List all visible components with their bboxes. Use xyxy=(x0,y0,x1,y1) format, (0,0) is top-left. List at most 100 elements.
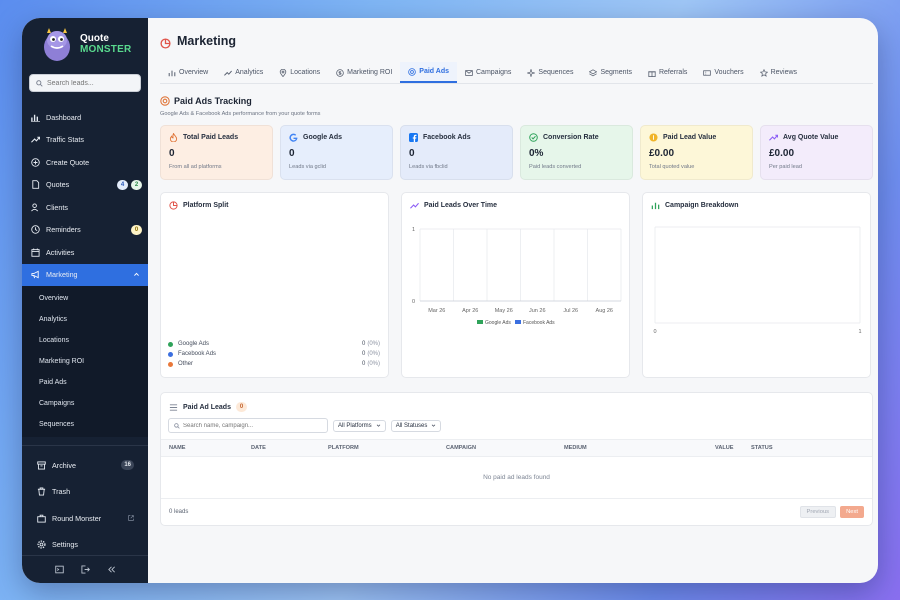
legend-value: 0 xyxy=(361,361,366,367)
target-icon xyxy=(160,96,170,106)
sidebar-item-activities[interactable]: Activities xyxy=(22,241,148,264)
sidebar-item-label: Marketing xyxy=(46,270,78,280)
stat-card-avg-quote-value: Avg Quote Value £0.00 Per paid lead xyxy=(760,125,873,180)
sidebar-item-label: Traffic Stats xyxy=(46,135,84,145)
panel-title: Paid Leads Over Time xyxy=(424,201,498,209)
monster-logo-icon xyxy=(40,25,74,63)
tab-analytics[interactable]: Analytics xyxy=(216,62,271,83)
submenu-item-overview[interactable]: Overview xyxy=(22,288,148,309)
sidebar-item-label: Reminders xyxy=(46,225,81,235)
panel-title: Campaign Breakdown xyxy=(665,201,739,209)
y-tick-label: 1 xyxy=(412,227,415,233)
page-title: Marketing xyxy=(177,34,237,48)
terminal-icon[interactable] xyxy=(54,565,64,575)
sidebar-item-traffic-stats[interactable]: Traffic Stats xyxy=(22,129,148,152)
section-title: Paid Ads Tracking xyxy=(174,96,252,106)
brand-line-1: Quote xyxy=(80,33,109,44)
legend-percent: (0%) xyxy=(367,361,380,367)
sidebar-item-archive[interactable]: Archive 16 xyxy=(22,452,148,479)
sidebar-item-trash[interactable]: Trash xyxy=(22,479,148,506)
sidebar-search[interactable] xyxy=(29,74,141,92)
column-header-date[interactable]: DATE xyxy=(251,445,266,451)
sidebar-item-label: Archive xyxy=(52,460,76,470)
column-header-value[interactable]: VALUE xyxy=(715,445,734,451)
column-header-platform[interactable]: PLATFORM xyxy=(328,445,359,451)
sidebar-item-reminders[interactable]: Reminders 0 xyxy=(22,219,148,242)
sidebar-item-marketing[interactable]: Marketing xyxy=(22,263,148,286)
previous-page-button[interactable]: Previous xyxy=(799,506,837,518)
tab-segments[interactable]: Segments xyxy=(581,62,640,83)
stat-card-google-ads: Google Ads 0 Leads via gclid xyxy=(280,125,393,180)
leads-over-time-chart: 0 1 Mar 26 Apr 26 May 26 Jun 26 Jul 26 Aug 26 Go… xyxy=(412,227,622,326)
card-value: 0 xyxy=(409,148,415,159)
tab-locations[interactable]: Locations xyxy=(271,62,328,83)
platform-filter-select[interactable]: All Platforms xyxy=(333,419,386,432)
submenu-item-campaigns[interactable]: Campaigns xyxy=(22,393,148,414)
plus-circle-icon xyxy=(30,157,40,167)
card-subtitle: Per paid lead xyxy=(769,164,802,170)
column-header-campaign[interactable]: CAMPAIGN xyxy=(446,445,476,451)
tab-overview[interactable]: Overview xyxy=(160,62,216,83)
column-header-medium[interactable]: MEDIUM xyxy=(564,445,587,451)
stat-cards: Total Paid Leads 0 From all ad platforms… xyxy=(160,125,873,180)
legend-row-other: Other 0 (0%) xyxy=(168,359,380,369)
tab-marketing-roi[interactable]: Marketing ROI xyxy=(328,62,400,83)
status-filter-select[interactable]: All Statuses xyxy=(390,419,442,432)
tab-sequences[interactable]: Sequences xyxy=(519,62,581,83)
tab-label: Sequences xyxy=(538,69,574,76)
collapse-sidebar-icon[interactable] xyxy=(106,565,116,575)
submenu-item-analytics[interactable]: Analytics xyxy=(22,309,148,330)
legend-value: 0 xyxy=(361,351,366,357)
stat-card-facebook-ads: Facebook Ads 0 Leads via fbclid xyxy=(400,125,513,180)
tab-campaigns[interactable]: Campaigns xyxy=(457,62,519,83)
quotes-new-badge: 2 xyxy=(131,179,142,190)
gift-icon xyxy=(648,69,656,77)
external-link-icon xyxy=(128,515,134,522)
sidebar-item-dashboard[interactable]: Dashboard xyxy=(22,106,148,129)
card-value: 0% xyxy=(529,148,544,159)
clock-icon xyxy=(30,225,40,235)
leads-total-count: 0 leads xyxy=(169,509,189,515)
tab-label: Campaigns xyxy=(476,69,512,76)
sidebar-item-create-quote[interactable]: Create Quote xyxy=(22,151,148,174)
submenu-item-sequences[interactable]: Sequences xyxy=(22,414,148,435)
leads-search-input[interactable] xyxy=(183,422,323,429)
tab-paid-ads[interactable]: Paid Ads xyxy=(400,62,457,83)
card-subtitle: From all ad platforms xyxy=(169,164,222,170)
next-page-button[interactable]: Next xyxy=(840,506,864,518)
pie-chart-icon xyxy=(160,36,171,49)
card-title: Google Ads xyxy=(303,134,343,141)
campaign-breakdown-panel: Campaign Breakdown 01 xyxy=(642,192,871,378)
submenu-item-paid-ads[interactable]: Paid Ads xyxy=(22,372,148,393)
tab-vouchers[interactable]: Vouchers xyxy=(695,62,751,83)
gear-icon xyxy=(36,540,46,550)
sidebar-item-clients[interactable]: Clients xyxy=(22,196,148,219)
document-icon xyxy=(30,180,40,190)
sidebar-item-label: Activities xyxy=(46,247,75,257)
tab-label: Segments xyxy=(600,69,632,76)
stat-card-paid-lead-value: Paid Lead Value £0.00 Total quoted value xyxy=(640,125,753,180)
tab-referrals[interactable]: Referrals xyxy=(640,62,695,83)
search-input[interactable] xyxy=(47,79,135,87)
legend-row-google-ads: Google Ads 0 (0%) xyxy=(168,339,380,349)
sidebar: Quote MONSTER Dashboard Traffic Stats Cr… xyxy=(22,18,148,583)
submenu-item-locations[interactable]: Locations xyxy=(22,330,148,351)
brand-logo[interactable]: Quote MONSTER xyxy=(22,20,148,68)
sidebar-item-label: Settings xyxy=(52,540,78,550)
tab-reviews[interactable]: Reviews xyxy=(752,62,805,83)
target-icon xyxy=(408,67,417,76)
app-window: Quote MONSTER Dashboard Traffic Stats Cr… xyxy=(22,18,878,583)
leads-count-badge: 0 xyxy=(235,402,247,412)
sidebar-item-quotes[interactable]: Quotes 4 2 xyxy=(22,174,148,197)
column-header-status[interactable]: STATUS xyxy=(751,445,773,451)
column-header-name[interactable]: NAME xyxy=(169,445,185,451)
card-subtitle: Leads via fbclid xyxy=(409,164,448,170)
ticket-icon xyxy=(703,69,712,77)
sidebar-item-round-monster[interactable]: Round Monster xyxy=(22,505,148,532)
leads-search[interactable] xyxy=(168,418,328,433)
chevron-up-icon[interactable] xyxy=(133,271,140,278)
sidebar-item-label: Create Quote xyxy=(46,157,90,167)
section-header: Paid Ads Tracking xyxy=(160,96,873,106)
logout-icon[interactable] xyxy=(80,565,90,575)
submenu-item-marketing-roi[interactable]: Marketing ROI xyxy=(22,351,148,372)
